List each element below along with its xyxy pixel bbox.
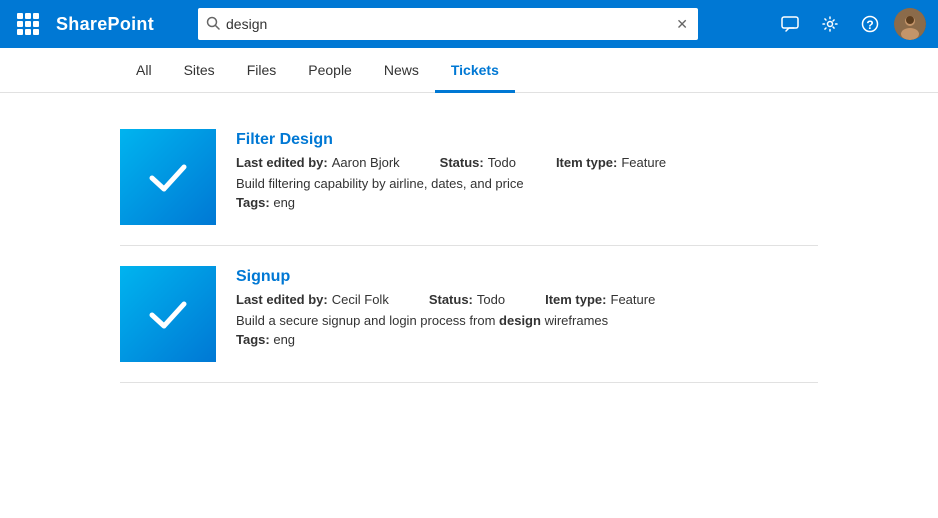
tab-all[interactable]: All xyxy=(120,48,168,92)
result-description: Build filtering capability by airline, d… xyxy=(236,176,818,191)
user-avatar[interactable] xyxy=(894,8,926,40)
tab-tickets[interactable]: Tickets xyxy=(435,48,515,92)
result-title-link[interactable]: Filter Design xyxy=(236,131,818,149)
item-type-label: Item type: xyxy=(556,155,617,170)
result-item: Signup Last edited by: Cecil Folk Status… xyxy=(120,246,818,383)
desc-highlight: design xyxy=(499,313,541,328)
app-logo: SharePoint xyxy=(56,14,154,35)
help-button[interactable]: ? xyxy=(854,8,886,40)
app-header: SharePoint ✕ xyxy=(0,0,938,48)
last-edited-label: Last edited by: xyxy=(236,292,328,307)
result-meta: Last edited by: Cecil Folk Status: Todo … xyxy=(236,292,818,307)
result-tags: Tags: eng xyxy=(236,332,818,347)
tab-people[interactable]: People xyxy=(292,48,368,92)
results-area: Filter Design Last edited by: Aaron Bjor… xyxy=(0,93,938,399)
waffle-menu-button[interactable] xyxy=(12,8,44,40)
tab-news[interactable]: News xyxy=(368,48,435,92)
result-item: Filter Design Last edited by: Aaron Bjor… xyxy=(120,109,818,246)
meta-status: Status: Todo xyxy=(429,292,505,307)
search-box: ✕ xyxy=(198,8,698,40)
result-meta: Last edited by: Aaron Bjork Status: Todo… xyxy=(236,155,818,170)
avatar-image xyxy=(894,8,926,40)
status-value: Todo xyxy=(488,155,516,170)
ticket-icon xyxy=(142,288,194,340)
result-tags: Tags: eng xyxy=(236,195,818,210)
item-type-value: Feature xyxy=(621,155,666,170)
meta-status: Status: Todo xyxy=(440,155,516,170)
meta-last-edited: Last edited by: Aaron Bjork xyxy=(236,155,400,170)
status-label: Status: xyxy=(440,155,484,170)
tab-files[interactable]: Files xyxy=(231,48,293,92)
search-input[interactable] xyxy=(226,16,674,32)
status-label: Status: xyxy=(429,292,473,307)
tags-label: Tags: xyxy=(236,332,270,347)
settings-button[interactable] xyxy=(814,8,846,40)
desc-after: wireframes xyxy=(541,313,608,328)
result-thumbnail xyxy=(120,129,216,225)
desc-before: Build a secure signup and login process … xyxy=(236,313,499,328)
tags-value: eng xyxy=(273,195,295,210)
meta-item-type: Item type: Feature xyxy=(556,155,666,170)
meta-last-edited: Last edited by: Cecil Folk xyxy=(236,292,389,307)
chat-button[interactable] xyxy=(774,8,806,40)
ticket-icon xyxy=(142,151,194,203)
item-type-value: Feature xyxy=(611,292,656,307)
search-icon xyxy=(206,16,220,33)
result-thumbnail xyxy=(120,266,216,362)
item-type-label: Item type: xyxy=(545,292,606,307)
search-container: ✕ xyxy=(198,8,698,40)
status-value: Todo xyxy=(477,292,505,307)
tags-label: Tags: xyxy=(236,195,270,210)
search-clear-button[interactable]: ✕ xyxy=(674,14,690,35)
last-edited-value: Aaron Bjork xyxy=(332,155,400,170)
result-description: Build a secure signup and login process … xyxy=(236,313,818,328)
last-edited-value: Cecil Folk xyxy=(332,292,389,307)
waffle-icon xyxy=(17,13,39,35)
header-actions: ? xyxy=(774,8,926,40)
meta-item-type: Item type: Feature xyxy=(545,292,655,307)
result-content: Filter Design Last edited by: Aaron Bjor… xyxy=(236,129,818,210)
tab-sites[interactable]: Sites xyxy=(168,48,231,92)
result-title-link[interactable]: Signup xyxy=(236,268,818,286)
nav-tabs: All Sites Files People News Tickets xyxy=(0,48,938,93)
last-edited-label: Last edited by: xyxy=(236,155,328,170)
tags-value: eng xyxy=(273,332,295,347)
svg-text:?: ? xyxy=(866,18,873,32)
result-content: Signup Last edited by: Cecil Folk Status… xyxy=(236,266,818,347)
